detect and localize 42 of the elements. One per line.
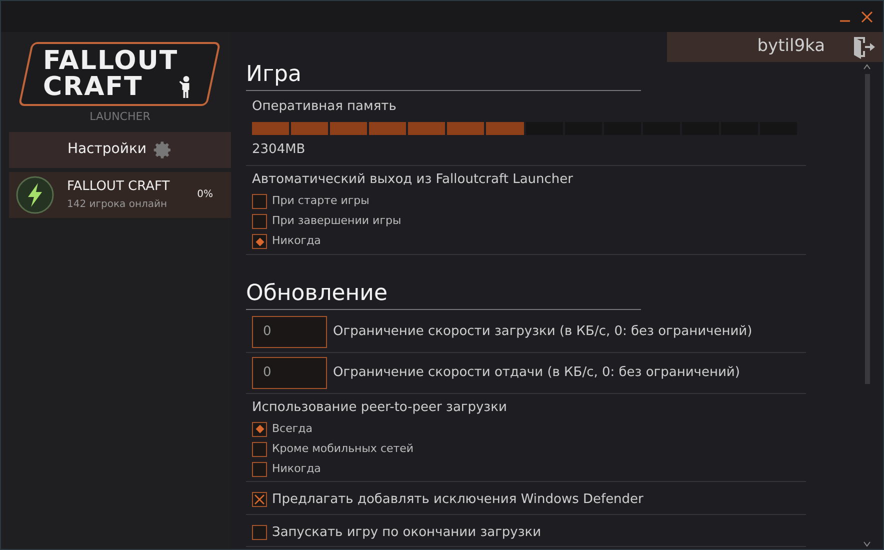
number-field[interactable]: 0 — [252, 356, 327, 388]
settings-button[interactable]: Настройки — [9, 132, 231, 168]
option-label: Кроме мобильных сетей — [272, 440, 414, 457]
server-item[interactable]: FALLOUT CRAFT 142 игрока онлайн 0% — [9, 172, 231, 218]
option-label: При старте игры — [272, 193, 370, 210]
checkbox[interactable] — [252, 524, 267, 540]
option-label: Никогда — [272, 460, 321, 477]
option-label: Никогда — [272, 233, 321, 250]
section-title: Игра — [246, 62, 641, 91]
server-name: FALLOUT CRAFT — [67, 178, 171, 196]
logout-icon[interactable] — [851, 35, 875, 59]
checkbox-label: Предлагать добавлять исключения Windows Defender — [272, 491, 644, 509]
gear-icon — [152, 140, 173, 160]
close-icon[interactable] — [861, 10, 873, 22]
section-title: Обновление — [246, 280, 641, 310]
option-label: Всегда — [272, 420, 312, 437]
logo-text: FALLOUT — [43, 48, 179, 74]
radio-button[interactable] — [252, 234, 267, 249]
group-label: Использование peer-to-peer загрузки — [252, 398, 508, 416]
lightning-icon — [15, 174, 55, 214]
scroll-down-icon — [863, 541, 871, 547]
option-label: При завершении игры — [272, 213, 402, 230]
radio-button[interactable] — [252, 442, 267, 456]
radio-button[interactable] — [252, 214, 267, 229]
field-label: Ограничение скорости отдачи (в КБ/с, 0: без ограничений) — [333, 364, 740, 382]
field-label: Оперативная память — [252, 98, 398, 116]
memory-slider[interactable] — [252, 122, 797, 134]
progress-text: 0% — [197, 188, 213, 202]
checkbox[interactable] — [252, 492, 267, 508]
number-field[interactable]: 0 — [252, 316, 327, 348]
logo-subtitle: LAUNCHER — [90, 109, 150, 125]
memory-value: 2304MB — [252, 140, 306, 158]
radio-button[interactable] — [252, 462, 267, 476]
username: bytil9ka — [757, 35, 825, 58]
field-label: Ограничение скорости загрузки (в КБ/с, 0: без ограничений) — [333, 322, 752, 341]
radio-button[interactable] — [252, 194, 267, 209]
online-count: 142 игрока онлайн — [67, 198, 168, 212]
group-label: Автоматический выход из Falloutcraft Launcher — [252, 171, 574, 189]
scroll-up-icon — [863, 64, 871, 70]
checkbox-label: Запускать игру по окончании загрузки — [272, 524, 542, 542]
radio-button[interactable] — [252, 422, 267, 436]
logo-text: CRAFT — [43, 74, 144, 100]
